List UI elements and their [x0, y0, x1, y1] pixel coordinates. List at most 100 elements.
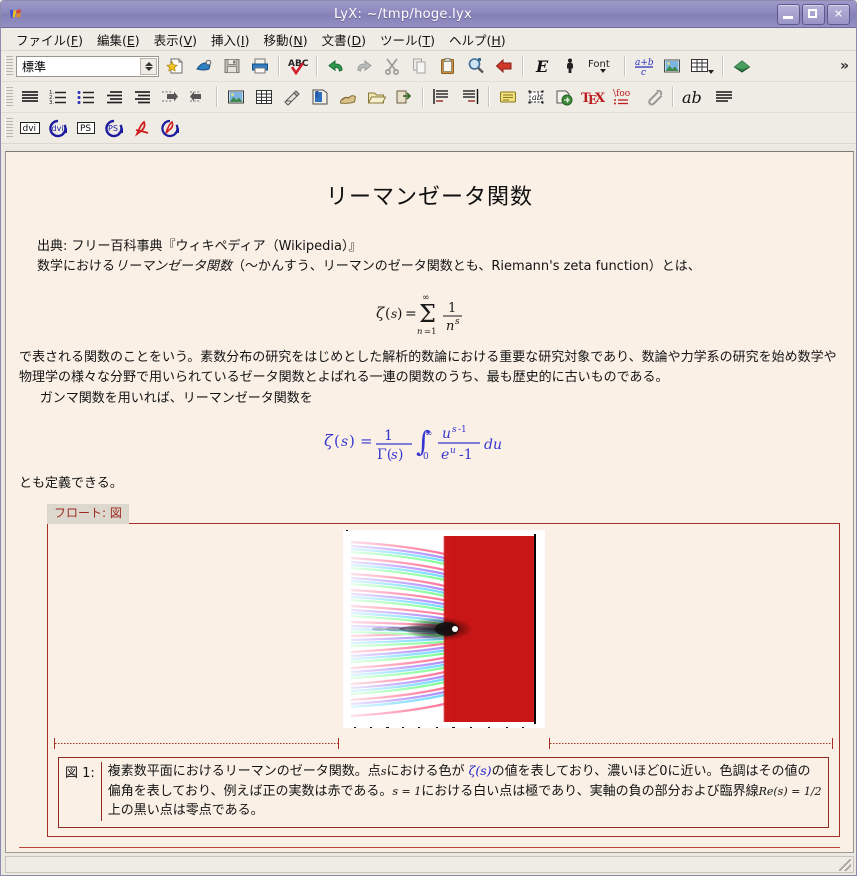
menu-tools[interactable]: ツール(T) [373, 28, 442, 51]
view-pdf-icon[interactable] [128, 115, 156, 141]
thesaurus-icon[interactable] [728, 53, 756, 79]
figure-caption[interactable]: 図 1: 複素数平面におけるリーマンのゼータ関数。点sにおける色が ζ(s)の値… [58, 757, 829, 828]
menu-navigate[interactable]: 移動(N) [256, 28, 314, 51]
find-replace-icon[interactable] [462, 53, 490, 79]
description-list-icon[interactable] [128, 84, 156, 110]
spinner-icon[interactable] [140, 57, 157, 75]
align-block-icon[interactable] [456, 84, 484, 110]
window-title: LyX: ~/tmp/hoge.lyx [333, 6, 473, 22]
svg-text:ζ: ζ [376, 304, 385, 322]
update-ps-icon[interactable]: PS [100, 115, 128, 141]
insert-label-icon[interactable] [306, 84, 334, 110]
numbered-list-icon[interactable]: 1. 2. 3. [44, 84, 72, 110]
toolbar-grip[interactable] [5, 87, 13, 107]
insert-note-icon[interactable] [494, 84, 522, 110]
minimize-button[interactable] [777, 3, 800, 25]
emphasis-icon[interactable]: E [528, 53, 556, 79]
insert-math-icon[interactable] [278, 84, 306, 110]
view-dvi-icon[interactable]: dvi [16, 115, 44, 141]
svg-text:Font: Font [588, 59, 610, 70]
formula-zeta-integral[interactable]: ζ ( s ) = 1 Γ( s ) ∫ ∞ 0 u s -1 e u -1 d… [19, 409, 840, 474]
toolbar-grip[interactable] [5, 118, 13, 138]
align-left-icon[interactable] [428, 84, 456, 110]
print-icon[interactable] [246, 53, 274, 79]
insert-graphics-icon[interactable] [658, 53, 686, 79]
close-button[interactable]: ✕ [827, 3, 850, 25]
maximize-button[interactable] [802, 3, 825, 25]
math-inline-icon[interactable]: a+b c [630, 53, 658, 79]
copy-icon[interactable] [406, 53, 434, 79]
svg-text:e: e [441, 447, 449, 463]
toolbar-separator [722, 56, 724, 76]
paragraph-settings-icon[interactable] [710, 84, 738, 110]
insert-box-icon[interactable]: ab [522, 84, 550, 110]
svg-text:c: c [641, 68, 646, 76]
svg-text:dvi: dvi [23, 124, 37, 134]
open-document-icon[interactable] [190, 53, 218, 79]
update-dvi-icon[interactable]: dvi [44, 115, 72, 141]
paste-icon[interactable] [434, 53, 462, 79]
list-environment-icon[interactable] [100, 84, 128, 110]
svg-text:dvi: dvi [52, 124, 64, 133]
svg-text:3.: 3. [49, 100, 54, 106]
cut-icon[interactable] [378, 53, 406, 79]
insert-url-icon[interactable] [550, 84, 578, 110]
insert-citation-icon[interactable] [334, 84, 362, 110]
insert-table-float-icon[interactable] [250, 84, 278, 110]
text-style-icon[interactable]: ab [678, 84, 710, 110]
main-window: LyX: ~/tmp/hoge.lyx ✕ ファイル(F) 編集(E) 表示(V… [0, 0, 857, 876]
attach-file-icon[interactable] [640, 84, 668, 110]
svg-text:u: u [442, 426, 451, 442]
toolbar-overflow-button[interactable]: » [840, 58, 849, 74]
update-pdf-icon[interactable] [156, 115, 184, 141]
font-icon[interactable]: Font [584, 53, 620, 79]
zeta-domain-coloring-plot [342, 530, 545, 729]
lyx-logo-icon [7, 4, 27, 24]
paragraph-style-value: 標準 [22, 59, 47, 74]
back-icon[interactable] [490, 53, 518, 79]
menu-document[interactable]: 文書(D) [315, 28, 373, 51]
insert-nomencl-icon[interactable]: \foo [610, 84, 640, 110]
noun-icon[interactable] [556, 53, 584, 79]
tex-mode-icon[interactable]: T E X [578, 84, 610, 110]
toolbar-extra: 1. 2. 3. ab T E X \foo ab [1, 82, 856, 113]
insert-table-icon[interactable] [686, 53, 718, 79]
svg-text:n: n [446, 319, 454, 334]
paragraph-justify-icon[interactable] [16, 84, 44, 110]
float-body[interactable]: 図 1: 複素数平面におけるリーマンのゼータ関数。点sにおける色が ζ(s)の値… [47, 523, 840, 837]
save-document-icon[interactable] [218, 53, 246, 79]
toolbar-grip[interactable] [5, 56, 13, 76]
menu-help[interactable]: ヘルプ(H) [442, 28, 513, 51]
paragraph-style-combo[interactable]: 標準 [16, 55, 159, 77]
insert-cross-ref-icon[interactable] [390, 84, 418, 110]
formula-zeta-series[interactable]: ζ ( s ) = Σ ∞ n =1 1 n s [19, 277, 840, 348]
toolbar-separator [624, 56, 626, 76]
caption-text: 複素数平面におけるリーマンのゼータ関数。点sにおける色が ζ(s)の値を表してお… [100, 762, 822, 821]
insert-index-icon[interactable] [362, 84, 390, 110]
undo-icon[interactable] [322, 53, 350, 79]
menu-edit[interactable]: 編集(E) [90, 28, 147, 51]
bullet-list-icon[interactable] [72, 84, 100, 110]
svg-text:E: E [535, 57, 549, 76]
insert-figure-float-icon[interactable] [222, 84, 250, 110]
svg-text:(: ( [334, 432, 340, 450]
redo-icon[interactable] [350, 53, 378, 79]
indent-increase-icon[interactable] [156, 84, 184, 110]
menu-insert[interactable]: 挿入(I) [204, 28, 256, 51]
document-canvas[interactable]: リーマンゼータ関数 出典: フリー百科事典『ウィキペディア（Wikipedia）… [7, 153, 852, 851]
menu-view[interactable]: 表示(V) [147, 28, 204, 51]
lede-paragraph: 数学におけるリーマンゼータ関数（〜かんすう、リーマンのゼータ関数とも、Riema… [37, 257, 840, 277]
menu-file[interactable]: ファイル(F) [9, 28, 90, 51]
page-title: リーマンゼータ関数 [325, 185, 533, 210]
resize-grip[interactable] [839, 859, 851, 871]
title-bar[interactable]: LyX: ~/tmp/hoge.lyx ✕ [1, 1, 856, 28]
indent-decrease-icon[interactable] [184, 84, 212, 110]
document-view[interactable]: リーマンゼータ関数 出典: フリー百科事典『ウィキペディア（Wikipedia）… [5, 151, 854, 853]
new-document-icon[interactable] [162, 53, 190, 79]
spellcheck-icon[interactable]: ABC [284, 53, 312, 79]
view-ps-icon[interactable]: PS [72, 115, 100, 141]
svg-text:): ) [397, 306, 402, 322]
figure-float[interactable]: フロート: 図 図 1: 複素数平面におけるリーマンのゼータ関数。点sにおける色… [47, 502, 840, 837]
float-label[interactable]: フロート: 図 [47, 503, 129, 525]
zeta-domain-coloring-figure[interactable] [342, 530, 545, 729]
